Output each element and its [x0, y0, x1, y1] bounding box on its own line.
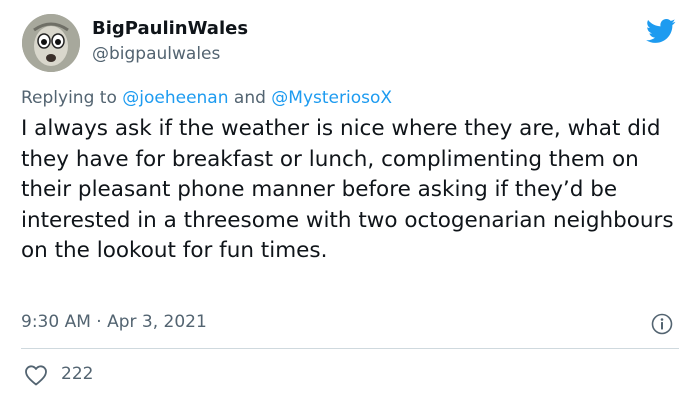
- heart-icon[interactable]: [24, 364, 48, 386]
- tweet-time: 9:30 AM: [21, 312, 91, 332]
- tweet-date: Apr 3, 2021: [107, 312, 207, 332]
- display-name[interactable]: BigPaulinWales: [92, 18, 248, 39]
- user-handle[interactable]: @bigpaulwales: [92, 44, 220, 64]
- avatar[interactable]: [22, 14, 80, 72]
- divider: [21, 348, 679, 349]
- tweet-text: I always ask if the weather is nice wher…: [21, 116, 674, 263]
- reply-conjunction: and: [233, 88, 266, 108]
- mention-link-mysteriosox[interactable]: @MysteriosoX: [271, 88, 392, 108]
- tweet-timestamp[interactable]: 9:30 AM · Apr 3, 2021: [21, 312, 207, 332]
- reply-prefix: Replying to: [21, 88, 117, 108]
- like-count: 222: [61, 364, 94, 384]
- info-icon[interactable]: [651, 313, 673, 335]
- twitter-bird-icon[interactable]: [644, 16, 678, 46]
- mention-link-joeheenan[interactable]: @joeheenan: [122, 88, 228, 108]
- avatar-portrait: [22, 14, 80, 72]
- timestamp-separator: ·: [96, 312, 102, 332]
- reply-context: Replying to @joeheenan and @MysteriosoX: [21, 88, 392, 108]
